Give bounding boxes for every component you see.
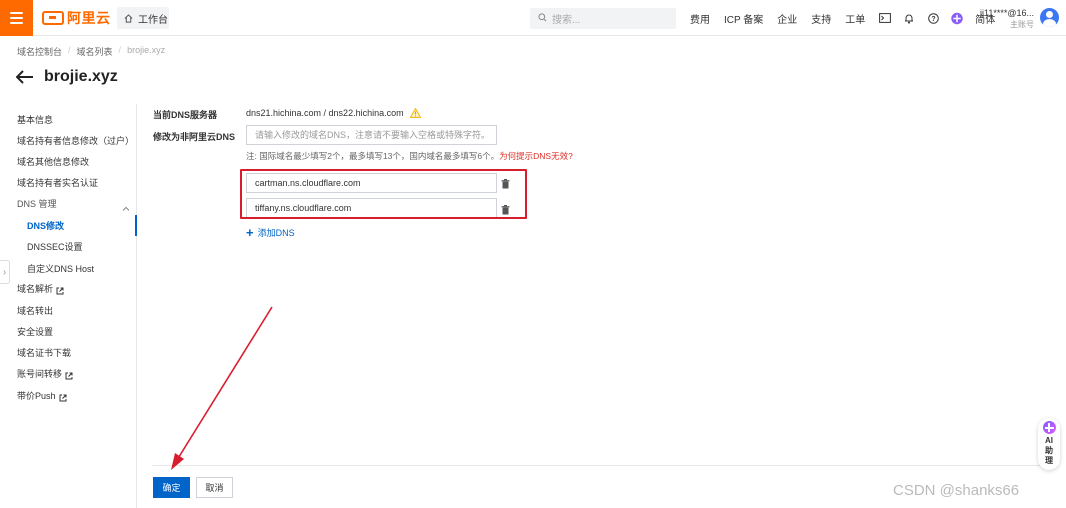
sidebar-item-domain-resolve[interactable]: 域名解析 (17, 282, 64, 296)
nav-link-enterprise[interactable]: 企业 (777, 11, 797, 26)
dns-invalid-help-link[interactable]: 为何提示DNS无效? (499, 151, 573, 161)
top-links: 费用 ICP 备案 企业 支持 工单 ? 简体 (690, 0, 1009, 36)
sidebar-item-security[interactable]: 安全设置 (17, 325, 53, 339)
sidebar-item-label: DNS修改 (27, 221, 65, 231)
breadcrumb-domain-list[interactable]: 域名列表 (77, 45, 113, 58)
sidebar-item-label: 域名证书下载 (17, 348, 72, 358)
sidebar-item-custom-dns-host[interactable]: 自定义DNS Host (27, 262, 94, 276)
cancel-button[interactable]: 取消 (196, 477, 233, 498)
sidebar-item-label: 域名其他信息修改 (17, 157, 90, 167)
sidebar-item-other-info[interactable]: 域名其他信息修改 (17, 155, 89, 169)
add-dns-label: 添加DNS (257, 228, 295, 238)
annotation-highlight-box (240, 169, 527, 219)
sidebar: 基本信息 域名持有者信息修改（过户） 域名其他信息修改 域名持有者实名认证 DN… (0, 104, 137, 508)
sidebar-group-dns[interactable]: DNS 管理 (17, 197, 57, 211)
sidebar-item-label: 域名转出 (17, 306, 54, 316)
sidebar-item-dns-modify[interactable]: DNS修改 (27, 219, 64, 233)
home-icon (124, 13, 133, 23)
aliyun-logo-icon (42, 11, 64, 25)
svg-text:?: ? (931, 16, 935, 23)
plus-icon: + (246, 224, 254, 240)
page-header: brojie.xyz (16, 68, 118, 86)
sidebar-item-real-name[interactable]: 域名持有者实名认证 (17, 176, 98, 190)
dns-note-text: 注: 国际域名最少填写2个，最多填写13个，国内域名最多填写6个。 (246, 151, 500, 161)
logo-text: 阿里云 (67, 10, 111, 26)
nav-link-fees[interactable]: 费用 (690, 11, 710, 26)
back-arrow-icon[interactable] (16, 69, 34, 85)
warning-icon[interactable] (409, 107, 421, 118)
add-dns-button[interactable]: + 添加DNS (246, 226, 295, 239)
dns-note: 注: 国际域名最少填写2个，最多填写13个，国内域名最多填写6个。为何提示DNS… (246, 150, 573, 162)
bell-icon[interactable] (903, 12, 915, 24)
search-icon (538, 12, 547, 25)
breadcrumb-domain-console[interactable]: 域名控制台 (17, 45, 62, 58)
annotation-arrow (171, 306, 273, 470)
sidebar-item-label: 自定义DNS Host (27, 264, 95, 274)
breadcrumb-current: brojie.xyz (127, 45, 166, 55)
search-box[interactable]: 搜索... (530, 8, 676, 29)
breadcrumb-separator: / (68, 45, 71, 55)
sidebar-item-label: 域名持有者信息修改（过户） (17, 136, 135, 146)
hamburger-menu-button[interactable] (0, 0, 33, 36)
sidebar-item-label: 账号间转移 (17, 369, 63, 379)
sidebar-item-account-transfer[interactable]: 账号间转移 (17, 367, 73, 381)
modify-dns-label: 修改为非阿里云DNS (153, 132, 236, 142)
sidebar-item-label: DNSSEC设置 (27, 242, 83, 252)
nav-link-ticket[interactable]: 工单 (845, 11, 865, 26)
sidebar-collapse-toggle[interactable]: › (0, 260, 10, 284)
aliyun-logo[interactable]: 阿里云 (42, 8, 111, 28)
sidebar-item-label: 带价Push (17, 391, 56, 401)
nav-link-icp[interactable]: ICP 备案 (724, 11, 763, 26)
help-icon[interactable]: ? (927, 12, 939, 24)
sidebar-item-basic-info[interactable]: 基本信息 (17, 113, 53, 127)
footer-divider (152, 465, 1042, 466)
nav-link-support[interactable]: 支持 (811, 11, 831, 26)
sidebar-item-price-push[interactable]: 带价Push (17, 389, 67, 403)
confirm-button[interactable]: 确定 (153, 477, 190, 498)
external-link-icon (56, 285, 64, 295)
dns-input-new[interactable] (246, 125, 497, 145)
sidebar-item-label: 域名解析 (17, 284, 54, 294)
search-placeholder: 搜索... (552, 15, 581, 26)
sidebar-item-label: 安全设置 (17, 327, 54, 337)
workbench-button[interactable]: 工作台 (117, 7, 169, 29)
sidebar-item-cert-download[interactable]: 域名证书下载 (17, 346, 71, 360)
avatar[interactable] (1040, 8, 1059, 27)
sidebar-item-label: 域名持有者实名认证 (17, 178, 99, 188)
workbench-label: 工作台 (138, 14, 168, 26)
sidebar-item-label: DNS 管理 (17, 199, 57, 209)
ai-logo-icon (1042, 421, 1056, 434)
breadcrumb: 域名控制台 / 域名列表 / brojie.xyz (17, 45, 165, 58)
sidebar-item-label: 基本信息 (17, 115, 54, 125)
sidebar-item-dnssec[interactable]: DNSSEC设置 (27, 240, 83, 254)
ai-helper-floating-button[interactable]: AI助理 (1038, 418, 1060, 470)
current-dns-label: 当前DNS服务器 (153, 110, 218, 120)
current-dns-text: dns21.hichina.com / dns22.hichina.com (246, 108, 404, 118)
ai-helper-label: AI助理 (1045, 436, 1053, 465)
account-type: 主账号 (1010, 20, 1034, 29)
watermark: CSDN @shanks66 (893, 482, 1020, 499)
account-menu[interactable]: jj11****@16... 主账号 (980, 7, 1034, 31)
chevron-up-icon[interactable] (122, 202, 130, 211)
active-indicator (135, 215, 137, 236)
external-link-icon (65, 370, 73, 380)
top-navigation-bar: 阿里云 工作台 搜索... 费用 ICP 备案 企业 支持 工单 ? 简体 jj… (0, 0, 1066, 36)
external-link-icon (59, 392, 67, 402)
terminal-icon[interactable] (879, 12, 892, 24)
page-title: brojie.xyz (44, 68, 118, 85)
sidebar-item-transfer-out[interactable]: 域名转出 (17, 304, 53, 318)
current-dns-value: dns21.hichina.com / dns22.hichina.com (246, 107, 421, 118)
breadcrumb-separator: / (118, 45, 122, 55)
sidebar-item-holder-transfer[interactable]: 域名持有者信息修改（过户） (17, 134, 134, 148)
account-name: jj11****@16... (980, 8, 1034, 18)
ai-assistant-icon[interactable] (951, 12, 964, 24)
